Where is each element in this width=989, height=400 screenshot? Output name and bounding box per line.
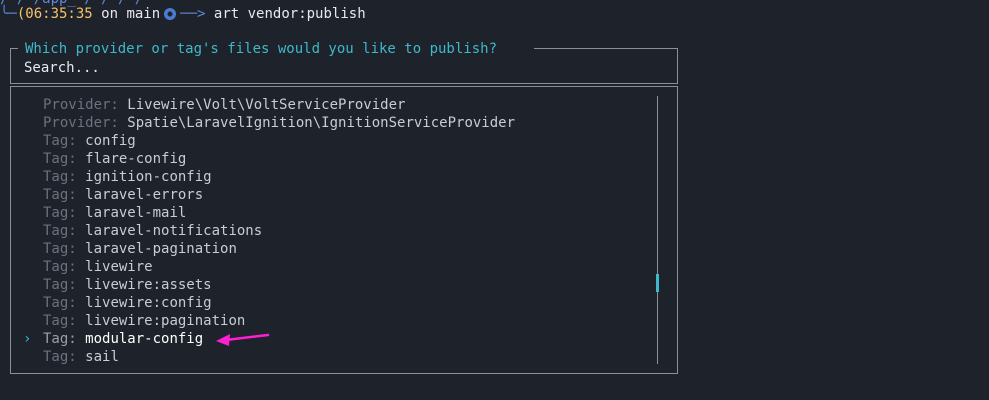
list-item-kind: Tag: xyxy=(43,331,77,347)
list-item-value: laravel-errors xyxy=(85,187,204,203)
list-item[interactable]: Tag: ignition-config xyxy=(23,168,515,186)
list-item-kind: Tag: xyxy=(43,295,77,311)
list-item-value: sail xyxy=(85,349,119,365)
list-item-value: laravel-mail xyxy=(85,205,187,221)
list-item[interactable]: Tag: laravel-pagination xyxy=(23,240,515,258)
selection-marker-icon: › xyxy=(23,331,32,347)
list-item-kind: Provider: xyxy=(43,115,119,131)
command-text: art vendor:publish xyxy=(213,6,366,22)
list-item[interactable]: Tag: laravel-notifications xyxy=(23,222,515,240)
list-item-value: config xyxy=(85,133,136,149)
list-item[interactable]: Tag: laravel-errors xyxy=(23,186,515,204)
prompt-time: (06:35:35 xyxy=(16,6,93,22)
search-question: Which provider or tag's files would you … xyxy=(23,40,500,58)
list-item-value: livewire xyxy=(85,259,153,275)
git-branch-name: main xyxy=(126,6,161,22)
options-list-box: Provider: Livewire\Volt\VoltServiceProvi… xyxy=(10,86,678,374)
options-list: Provider: Livewire\Volt\VoltServiceProvi… xyxy=(23,96,515,366)
list-item-kind: Tag: xyxy=(43,205,77,221)
list-item-kind: Tag: xyxy=(43,151,77,167)
list-item-value: livewire:assets xyxy=(85,277,212,293)
scrollbar-thumb[interactable] xyxy=(656,274,659,292)
list-item-kind: Tag: xyxy=(43,313,77,329)
list-item[interactable]: Provider: Spatie\LaravelIgnition\Ignitio… xyxy=(23,114,515,132)
list-item[interactable]: Tag: config xyxy=(23,132,515,150)
prompt-corner: ╰─ xyxy=(0,6,17,22)
list-item-kind: Provider: xyxy=(43,97,119,113)
list-item-kind: Tag: xyxy=(43,277,77,293)
list-item[interactable]: Tag: sail xyxy=(23,348,515,366)
list-item[interactable]: Tag: flare-config xyxy=(23,150,515,168)
list-item-kind: Tag: xyxy=(43,223,77,239)
prompt-on-label: on xyxy=(101,6,119,22)
list-item[interactable]: Provider: Livewire\Volt\VoltServiceProvi… xyxy=(23,96,515,114)
list-item-value: Livewire\Volt\VoltServiceProvider xyxy=(127,97,406,113)
list-item[interactable]: Tag: livewire:pagination xyxy=(23,312,515,330)
list-item[interactable]: Tag: livewire xyxy=(23,258,515,276)
search-box[interactable]: Which provider or tag's files would you … xyxy=(10,40,678,84)
list-item-kind: Tag: xyxy=(43,133,77,149)
scrollbar-track[interactable] xyxy=(657,96,658,364)
list-item-value: flare-config xyxy=(85,151,187,167)
list-item-kind: Tag: xyxy=(43,187,77,203)
list-item-kind: Tag: xyxy=(43,349,77,365)
search-input[interactable]: Search... xyxy=(24,59,100,77)
list-item-value: livewire:pagination xyxy=(85,313,246,329)
list-item-kind: Tag: xyxy=(43,169,77,185)
list-item-value: ignition-config xyxy=(85,169,212,185)
magenta-arrow-icon xyxy=(216,333,270,346)
list-item[interactable]: Tag: livewire:assets xyxy=(23,276,515,294)
list-item[interactable]: Tag: laravel-mail xyxy=(23,204,515,222)
list-item-kind: Tag: xyxy=(43,241,77,257)
list-item-value: Spatie\LaravelIgnition\IgnitionServicePr… xyxy=(127,115,516,131)
prompt-arrow-icon: ──> xyxy=(180,6,206,22)
list-item-value: laravel-notifications xyxy=(85,223,263,239)
list-item-value: livewire:config xyxy=(85,295,212,311)
list-item-kind: Tag: xyxy=(43,259,77,275)
prompt-line: ╰─ (06:35:35 on main ──> art vendor:publ… xyxy=(0,5,366,23)
git-branch-dot-icon xyxy=(164,8,177,20)
list-item-value: laravel-pagination xyxy=(85,241,237,257)
list-item-value: modular-config xyxy=(85,331,204,347)
list-item[interactable]: Tag: livewire:config xyxy=(23,294,515,312)
